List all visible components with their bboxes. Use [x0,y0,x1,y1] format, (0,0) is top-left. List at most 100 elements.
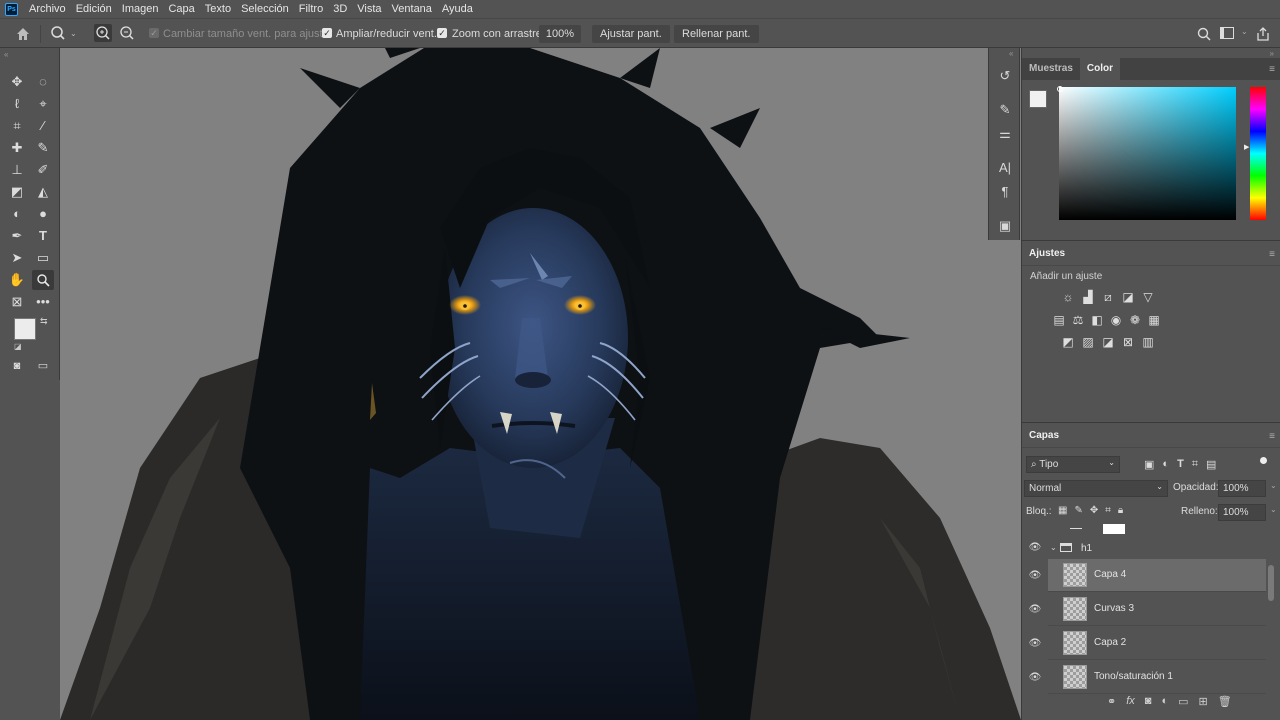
layer-row[interactable]: Capa 2 [1048,627,1266,660]
panel-menu-icon[interactable]: ≡ [1269,249,1275,260]
swap-colors-icon[interactable]: ⇆ [40,316,48,327]
history-brush-tool-icon[interactable]: ✐ [32,160,54,180]
add-mask-icon[interactable]: ◙ [1145,695,1152,708]
pen-tool-icon[interactable]: ✒ [6,226,28,246]
menu-texto[interactable]: Texto [200,0,236,18]
clone-stamp-tool-icon[interactable]: ⊥ [6,160,28,180]
lock-transparent-icon[interactable]: ▦ [1058,505,1067,516]
lock-image-icon[interactable]: ✎ [1074,505,1082,516]
hue-slider[interactable] [1250,87,1266,220]
brush-tool-icon[interactable]: ✎ [32,138,54,158]
posterize-icon[interactable]: ▨ [1080,334,1096,350]
invert-icon[interactable]: ◩ [1060,334,1076,350]
menu-ventana[interactable]: Ventana [387,0,437,18]
eye-icon[interactable]: 👁︎ [1028,543,1042,553]
color-picker-handle[interactable] [1057,86,1063,92]
zoom-out-icon[interactable] [118,24,136,42]
panel-menu-icon[interactable]: ≡ [1269,431,1275,442]
collapse-chevron-icon[interactable]: « [1009,49,1013,58]
workspace-chevron-icon[interactable]: ⌄ [1241,27,1248,36]
group-name[interactable]: h1 [1081,543,1092,554]
adjustment-filter-icon[interactable]: ◐ [1162,458,1169,471]
paint-bucket-tool-icon[interactable]: ◭ [32,182,54,202]
color-lookup-icon[interactable]: ▦ [1146,312,1162,328]
history-panel-icon[interactable]: ↺ [995,66,1015,86]
layer-row[interactable]: Curvas 3 [1048,593,1266,626]
smart-object-filter-icon[interactable]: ▤ [1206,458,1216,471]
fill-screen-button[interactable]: Rellenar pant. [674,25,759,43]
pixel-filter-icon[interactable]: ▣ [1144,458,1154,471]
default-colors-icon[interactable]: ◪ [14,342,22,351]
eyedropper-tool-icon[interactable]: ⁄ [32,116,54,136]
layers-scrollbar[interactable] [1268,565,1274,601]
blur-tool-icon[interactable]: ◐ [6,204,28,224]
fill-field[interactable]: 100% [1218,504,1266,521]
opacity-field[interactable]: 100% [1218,480,1266,497]
threshold-icon[interactable]: ◪ [1100,334,1116,350]
zoom-in-icon[interactable] [94,24,112,42]
foreground-color-swatch[interactable] [14,318,36,340]
selective-color-icon[interactable]: ⊠ [1120,334,1136,350]
move-tool-icon[interactable]: ✥ [6,72,28,92]
lock-position-icon[interactable]: ✥ [1090,505,1098,516]
properties-panel-icon[interactable]: ⚌ [995,124,1015,144]
screen-mode-icon[interactable]: ▭ [32,356,54,376]
crop-tool-icon[interactable]: ⌗ [6,116,28,136]
workspace-icon[interactable] [1220,27,1234,39]
color-balance-icon[interactable]: ⚖ [1070,312,1086,328]
healing-brush-tool-icon[interactable]: ✚ [6,138,28,158]
hand-tool-icon[interactable]: ✋ [6,270,28,290]
zoom-tool-icon[interactable] [32,270,54,290]
type-filter-icon[interactable]: T [1177,458,1184,471]
quick-mask-icon[interactable]: ◙ [6,356,28,376]
collapse-chevron-icon[interactable]: « [4,50,8,59]
dodge-tool-icon[interactable]: ● [32,204,54,224]
brushes-panel-icon[interactable]: ✎ [995,100,1015,120]
layer-row[interactable]: Tono/saturación 1 [1048,661,1266,694]
lasso-tool-icon[interactable]: ℓ [6,94,28,114]
zoom-tool-preset-icon[interactable] [50,24,66,42]
frame-tool-icon[interactable]: ⊠ [6,292,28,312]
menu-capa[interactable]: Capa [163,0,199,18]
blend-mode-select[interactable]: Normal ⌄ [1024,480,1168,497]
shape-filter-icon[interactable]: ⌗ [1192,458,1198,471]
exposure-icon[interactable]: ◪ [1120,289,1136,305]
share-icon[interactable] [1255,26,1271,42]
collapse-chevron-icon[interactable]: » [1270,49,1274,58]
menu-archivo[interactable]: Archivo [24,0,71,18]
search-icon[interactable] [1196,26,1212,42]
eraser-tool-icon[interactable]: ◩ [6,182,28,202]
vibrance-icon[interactable]: ▽ [1140,289,1156,305]
color-field[interactable] [1059,87,1236,220]
panel-menu-icon[interactable]: ≡ [1269,64,1275,75]
black-white-icon[interactable]: ◧ [1089,312,1105,328]
lock-all-icon[interactable]: 🔒︎ [1118,505,1123,516]
eye-icon[interactable]: 👁︎ [1028,571,1042,581]
group-expand-chevron-icon[interactable]: ⌄ [1050,543,1057,552]
curves-icon[interactable]: ⧄ [1100,289,1116,305]
opacity-chevron-icon[interactable]: ⌄ [1270,481,1277,490]
resize-windows-checkbox[interactable]: ✓ [149,28,159,38]
character-panel-icon[interactable]: A| [995,158,1015,178]
photoshop-logo[interactable]: Ps [5,2,18,16]
filter-toggle-icon[interactable] [1260,457,1267,464]
new-adjustment-layer-icon[interactable]: ◐ [1161,695,1168,708]
menu-imagen[interactable]: Imagen [117,0,164,18]
layer-row[interactable]: Capa 4 [1048,559,1266,592]
foreground-color-swatch[interactable] [1029,90,1047,108]
layer-filter-select[interactable]: ⌕ Tipo ⌄ [1026,456,1120,473]
zoom-all-windows-checkbox[interactable]: ✓ [322,28,332,38]
new-group-icon[interactable]: ▭ [1178,695,1188,708]
tab-color[interactable]: Color [1079,58,1121,80]
delete-layer-icon[interactable]: 🗑︎ [1218,695,1232,708]
libraries-panel-icon[interactable]: ▣ [995,216,1015,236]
lock-artboard-icon[interactable]: ⌗ [1105,505,1111,516]
menu-edicion[interactable]: Edición [71,0,117,18]
link-layers-icon[interactable]: ⚭ [1107,695,1116,708]
path-selection-tool-icon[interactable]: ➤ [6,248,28,268]
levels-icon[interactable]: ▟ [1080,289,1096,305]
document-canvas[interactable] [60,48,1021,720]
eye-icon[interactable]: 👁︎ [1028,639,1042,649]
more-tools-icon[interactable]: ••• [32,292,54,312]
channel-mixer-icon[interactable]: ❁ [1127,312,1143,328]
